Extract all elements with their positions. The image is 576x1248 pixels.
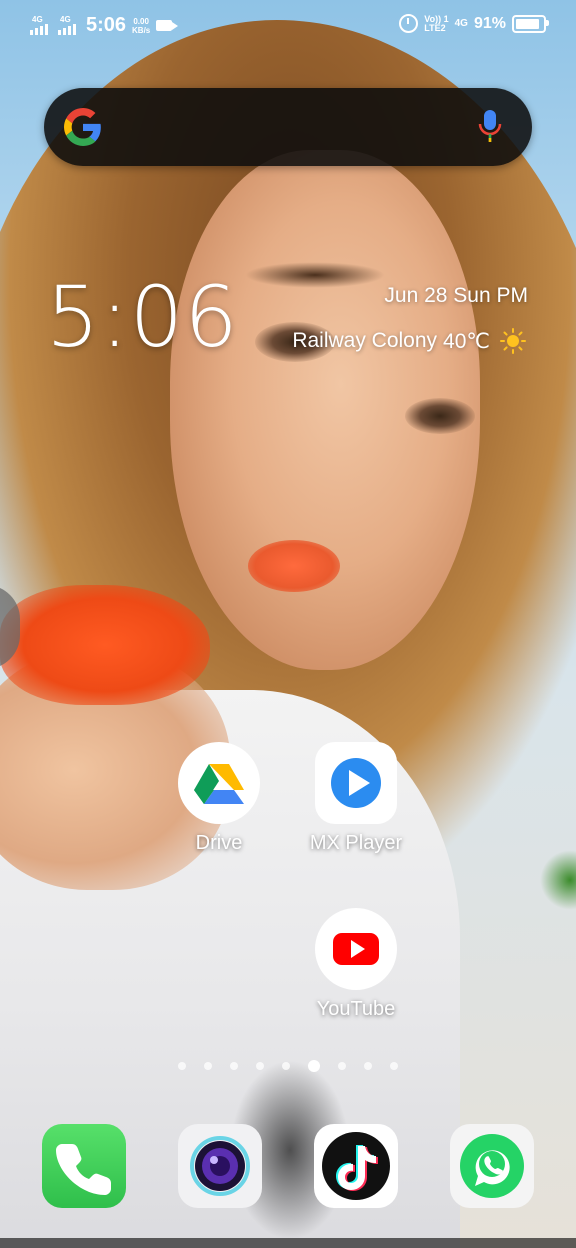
page-dot[interactable] [364,1062,372,1070]
weather-location: Railway Colony [292,329,438,352]
wallpaper-scrunchie [0,585,210,705]
dock-whatsapp[interactable] [450,1124,534,1208]
status-time: 5:06 [86,14,127,36]
dock-phone[interactable] [42,1124,126,1208]
clock-widget-time[interactable]: 5:06 [46,268,239,366]
wallpaper-lips [248,540,340,592]
mic-icon[interactable] [476,108,504,146]
dock-tiktok[interactable] [314,1124,398,1208]
clock-widget-date[interactable]: Jun 28 Sun PM [384,284,528,308]
page-dot[interactable] [178,1062,186,1070]
sim1-signal-icon: 4G [30,15,52,37]
wallpaper-eye-right [405,398,475,434]
status-right: Vo)) 1 LTE2 4G 91% [399,14,549,33]
camera-icon [190,1136,250,1196]
google-g-icon [64,108,101,146]
phone-icon [56,1144,111,1195]
battery-percent: 91% [473,14,506,32]
page-indicator[interactable] [0,1060,576,1072]
page-dot[interactable] [204,1062,212,1070]
page-dot[interactable] [256,1062,264,1070]
network-speed-value: 0.00 [133,16,149,26]
mx-player-icon [315,742,397,824]
app-mx-player[interactable]: MX Player [301,742,411,855]
sim2-signal-icon: 4G [58,15,80,37]
sim1-network-type: 4G [32,14,43,24]
app-drive[interactable]: Drive [164,742,274,855]
page-dot[interactable] [390,1062,398,1070]
app-label: YouTube [316,998,396,1020]
app-youtube[interactable]: YouTube [301,908,411,1021]
page-dot[interactable] [282,1062,290,1070]
sim2-network-type: 4G [60,14,71,24]
dock-camera[interactable] [178,1124,262,1208]
lte-label: LTE2 [424,22,446,33]
network-4g-label: 4G [454,18,468,29]
sun-icon [500,328,526,354]
weather-widget[interactable]: Railway Colony 40℃ [292,328,526,354]
video-recording-icon [156,20,179,31]
page-dot[interactable] [230,1062,238,1070]
page-dot-active[interactable] [308,1060,320,1072]
volte-indicator: Vo)) 1 LTE2 [424,14,448,33]
app-label: MX Player [309,832,403,854]
navigation-bar [0,1238,576,1248]
status-left: 4G 4G 5:06 0.00 KB/s [30,14,179,37]
tiktok-icon [322,1132,390,1200]
page-dot[interactable] [338,1062,346,1070]
google-search-bar[interactable] [44,88,532,166]
youtube-icon [315,908,397,990]
network-speed-unit: KB/s [132,25,151,35]
wallpaper-plant [540,850,576,910]
whatsapp-icon [460,1134,524,1198]
google-drive-icon [178,742,260,824]
alarm-icon [399,14,419,33]
status-bar: 4G 4G 5:06 0.00 KB/s Vo)) 1 LTE2 4G 91% [0,0,576,56]
app-label: Drive [195,832,243,854]
wallpaper-brow [245,262,385,288]
battery-icon [512,14,549,33]
network-speed: 0.00 KB/s [132,17,150,35]
weather-temperature: 40℃ [443,329,490,353]
